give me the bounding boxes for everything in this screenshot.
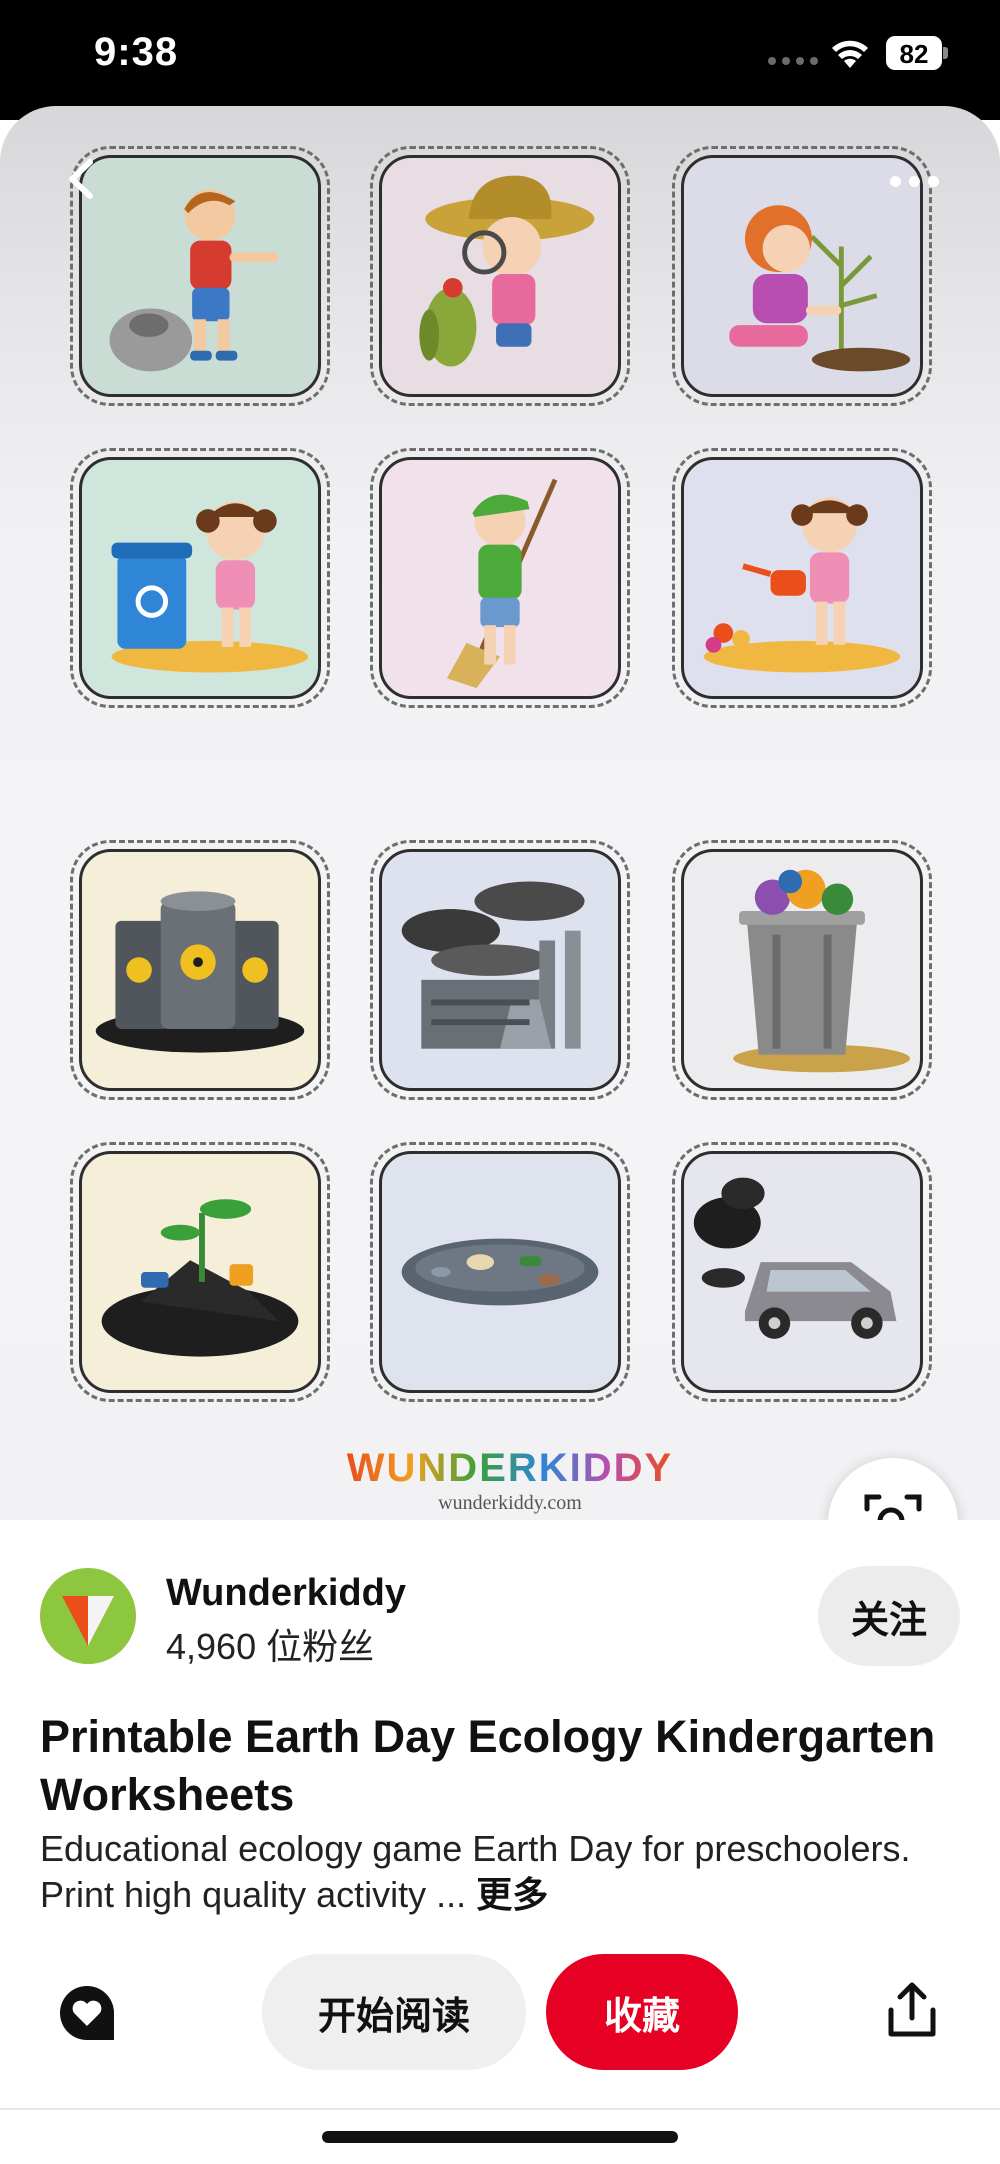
back-icon[interactable]: [58, 154, 108, 204]
share-icon[interactable]: [886, 1982, 938, 2038]
status-time: 9:38: [94, 30, 179, 74]
card-sprout-in-oil-waste: [70, 1142, 330, 1402]
follower-count: 4,960 位粉丝: [166, 1626, 375, 1667]
more-link[interactable]: 更多: [476, 1875, 548, 1916]
save-button[interactable]: 收藏: [546, 1954, 738, 2070]
brand-logo-text: WUNDERKIDDY: [346, 1446, 674, 1490]
card-car-exhaust: [672, 1142, 932, 1402]
avatar[interactable]: [40, 1568, 136, 1664]
card-polluted-water: [370, 1142, 630, 1402]
pin-image[interactable]: WUNDERKIDDY wunderkiddy.com: [0, 106, 1000, 1520]
pin-description: Educational ecology game Earth Day for p…: [40, 1826, 960, 1919]
wifi-icon: [832, 40, 868, 68]
visual-search-button[interactable]: [828, 1458, 958, 1520]
card-girl-with-magnifier: [370, 146, 630, 406]
visual-search-icon: [864, 1494, 922, 1520]
start-reading-button[interactable]: 开始阅读: [262, 1954, 526, 2070]
brand-logo: WUNDERKIDDY: [340, 1446, 680, 1490]
pin-title: Printable Earth Day Ecology Kindergarten…: [40, 1711, 936, 1820]
brand-url: wunderkiddy.com: [438, 1492, 582, 1514]
divider: [0, 2108, 1000, 2110]
status-bar: 9:38 82: [0, 0, 1000, 120]
follow-button[interactable]: 关注: [818, 1566, 960, 1666]
card-toxic-barrels: [70, 840, 330, 1100]
more-icon[interactable]: [890, 176, 939, 187]
card-boy-picking-up-trash: [70, 146, 330, 406]
card-overflowing-trash-can: [672, 840, 932, 1100]
card-girl-recycling: [70, 448, 330, 708]
card-boy-sweeping: [370, 448, 630, 708]
card-girl-watering-flowers: [672, 448, 932, 708]
cellular-icon: [768, 57, 818, 65]
battery-level: 82: [899, 39, 929, 69]
battery-icon: 82: [886, 36, 948, 70]
card-factory-smoke: [370, 840, 630, 1100]
heart-comment-icon[interactable]: [56, 1982, 118, 2044]
creator-name[interactable]: Wunderkiddy: [166, 1572, 406, 1615]
home-indicator[interactable]: [322, 2131, 678, 2143]
